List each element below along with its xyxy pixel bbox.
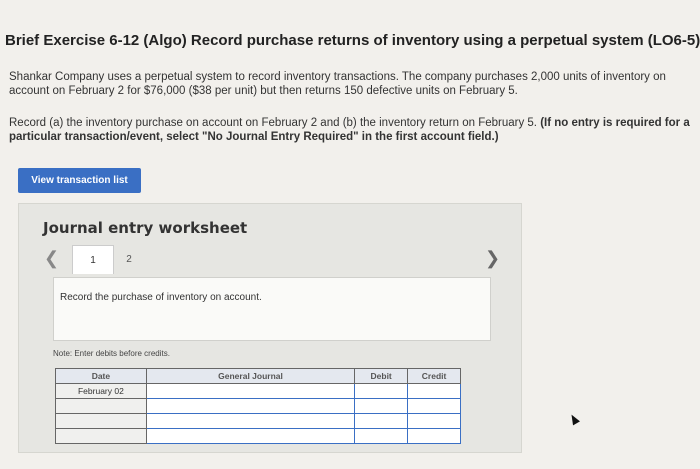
credit-field[interactable] [407,413,461,429]
debit-field[interactable] [354,383,409,399]
account-field[interactable] [145,383,356,399]
debit-field[interactable] [354,428,409,444]
table-row [55,413,461,429]
journal-entry-worksheet: Journal entry worksheet ❮ 1 2 ❯ Record t… [18,203,522,453]
tab-1[interactable]: 1 [72,245,114,274]
credit-field[interactable] [407,398,461,414]
problem-instructions: Record (a) the inventory purchase on acc… [9,116,699,144]
entry-note: Note: Enter debits before credits. [53,349,170,358]
chevron-left-icon[interactable]: ❮ [44,248,59,269]
chevron-right-icon[interactable]: ❯ [485,248,500,269]
tab-2[interactable]: 2 [114,245,144,273]
credit-field[interactable] [407,383,461,399]
date-cell [55,413,147,429]
transaction-description-box: Record the purchase of inventory on acco… [53,277,491,341]
page-title: Brief Exercise 6-12 (Algo) Record purcha… [5,32,700,49]
date-cell: February 02 [55,383,147,399]
transaction-description: Record the purchase of inventory on acco… [60,292,262,303]
credit-field[interactable] [407,428,461,444]
debit-field[interactable] [354,413,409,429]
column-header-general-journal: General Journal [145,368,356,384]
instructions-text: Record (a) the inventory purchase on acc… [9,117,541,129]
table-row [55,398,461,414]
date-cell [55,428,147,444]
column-header-date: Date [55,368,147,384]
journal-table: Date General Journal Debit Credit Februa… [55,368,461,444]
column-header-credit: Credit [407,368,461,384]
date-cell [55,398,147,414]
problem-description: Shankar Company uses a perpetual system … [9,71,666,97]
mouse-cursor-icon [568,412,580,426]
account-field[interactable] [145,413,356,429]
account-field[interactable] [145,398,356,414]
worksheet-title: Journal entry worksheet [43,219,248,237]
view-transaction-list-button[interactable]: View transaction list [18,168,141,193]
account-field[interactable] [145,428,356,444]
table-row: February 02 [55,383,461,399]
table-row [55,428,461,444]
column-header-debit: Debit [354,368,409,384]
debit-field[interactable] [354,398,409,414]
